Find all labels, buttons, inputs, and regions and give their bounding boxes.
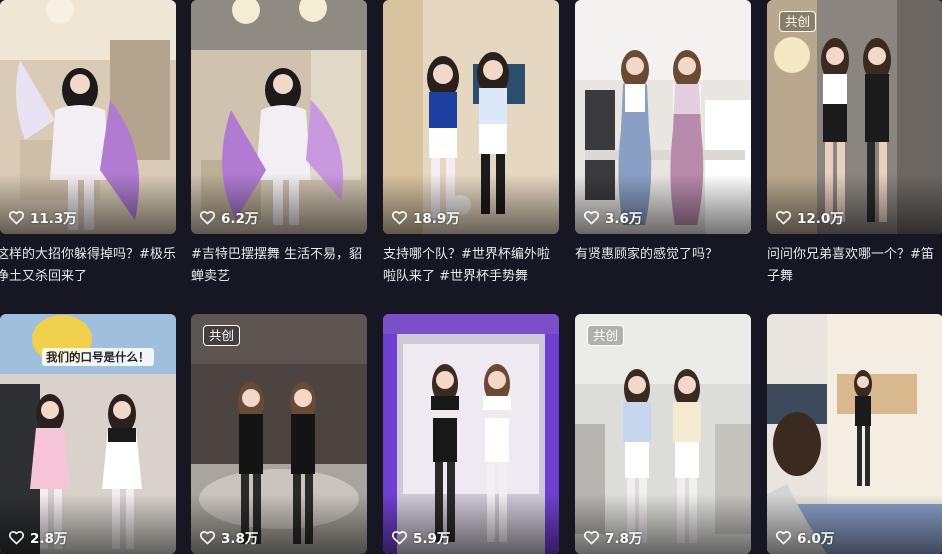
co-create-badge: 共创 [779, 11, 817, 32]
co-create-badge: 共创 [587, 325, 625, 346]
like-count: 6.2万 [199, 207, 258, 227]
video-card-7[interactable]: 共创 3.8万 [191, 314, 367, 554]
heart-outline-icon [200, 210, 215, 224]
like-count-text: 6.0万 [797, 531, 835, 547]
heart-outline-icon [584, 210, 599, 224]
video-caption[interactable]: 支持哪个队？#世界杯编外啦啦队来了 #世界杯手势舞 [383, 244, 559, 288]
video-thumbnail[interactable]: 共创 12.0万 [767, 0, 942, 234]
video-card-10[interactable]: 6.0万 [767, 314, 942, 554]
heart-outline-icon [9, 530, 24, 544]
heart-outline-icon [200, 530, 215, 544]
video-caption[interactable]: 问问你兄弟喜欢哪一个？#笛子舞 [767, 244, 942, 288]
video-caption[interactable]: 有贤惠顾家的感觉了吗？ [575, 244, 751, 288]
video-card-9[interactable]: 共创 7.8万 [575, 314, 751, 554]
like-count-text: 18.9万 [413, 211, 460, 227]
like-count-text: 3.8万 [221, 531, 259, 547]
heart-outline-icon [392, 530, 407, 544]
like-count-text: 6.2万 [221, 211, 259, 227]
video-card-8[interactable]: 5.9万 [383, 314, 559, 554]
like-count-text: 5.9万 [413, 531, 451, 547]
video-thumbnail[interactable]: 11.3万 [0, 0, 176, 234]
video-thumbnail[interactable]: 18.9万 [383, 0, 559, 234]
co-create-badge: 共创 [203, 325, 241, 346]
video-card-1[interactable]: 11.3万 这样的大招你躲得掉吗？#极乐净土又杀回来了 [0, 0, 176, 288]
video-thumbnail[interactable]: 3.6万 [575, 0, 751, 234]
like-count-text: 3.6万 [605, 211, 643, 227]
video-thumbnail[interactable]: 6.2万 [191, 0, 367, 234]
like-count: 18.9万 [391, 207, 460, 227]
video-card-2[interactable]: 6.2万 #吉特巴摆摆舞 生活不易，貂蝉卖艺 [191, 0, 367, 288]
video-card-3[interactable]: 18.9万 支持哪个队？#世界杯编外啦啦队来了 #世界杯手势舞 [383, 0, 559, 288]
video-caption[interactable]: #吉特巴摆摆舞 生活不易，貂蝉卖艺 [191, 244, 367, 288]
video-thumbnail[interactable]: 我们的口号是什么！ 2.8万 [0, 314, 176, 554]
like-count: 7.8万 [583, 527, 642, 547]
video-thumbnail[interactable]: 5.9万 [383, 314, 559, 554]
like-count-text: 11.3万 [30, 211, 77, 227]
video-card-5[interactable]: 共创 12.0万 问问你兄弟喜欢哪一个？#笛子舞 [767, 0, 942, 288]
overlay-text: 我们的口号是什么！ [42, 348, 154, 366]
like-count: 11.3万 [8, 207, 77, 227]
like-count-text: 12.0万 [797, 211, 844, 227]
like-count: 3.6万 [583, 207, 642, 227]
heart-outline-icon [776, 210, 791, 224]
heart-outline-icon [9, 210, 24, 224]
like-count: 3.8万 [199, 527, 258, 547]
video-thumbnail[interactable]: 6.0万 [767, 314, 942, 554]
like-count: 6.0万 [775, 527, 834, 547]
video-thumbnail[interactable]: 共创 3.8万 [191, 314, 367, 554]
video-caption[interactable]: 这样的大招你躲得掉吗？#极乐净土又杀回来了 [0, 244, 176, 288]
like-count: 2.8万 [8, 527, 67, 547]
like-count: 12.0万 [775, 207, 844, 227]
heart-outline-icon [584, 530, 599, 544]
video-thumbnail[interactable]: 共创 7.8万 [575, 314, 751, 554]
like-count: 5.9万 [391, 527, 450, 547]
like-count-text: 7.8万 [605, 531, 643, 547]
like-count-text: 2.8万 [30, 531, 68, 547]
heart-outline-icon [392, 210, 407, 224]
heart-outline-icon [776, 530, 791, 544]
video-card-4[interactable]: 3.6万 有贤惠顾家的感觉了吗？ [575, 0, 751, 288]
video-card-6[interactable]: 我们的口号是什么！ 2.8万 [0, 314, 176, 554]
